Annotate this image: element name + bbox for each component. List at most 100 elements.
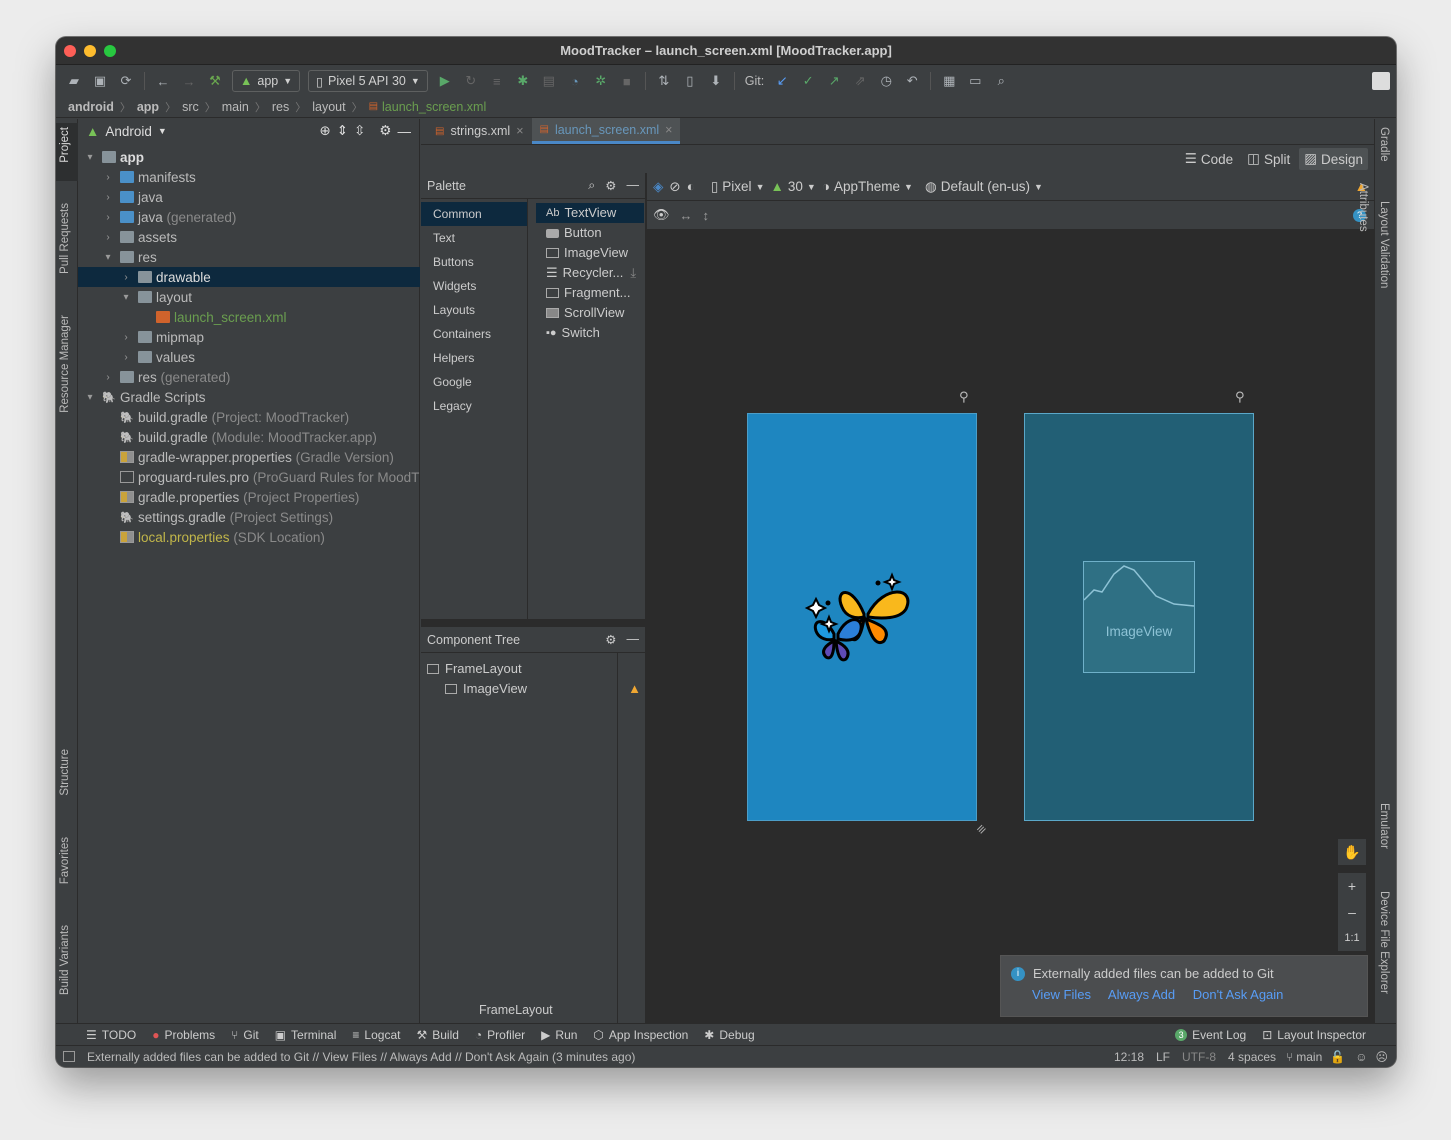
palette-category[interactable]: Widgets <box>421 274 527 298</box>
hide-icon[interactable]: — <box>398 124 412 139</box>
blueprint-imageview[interactable]: ImageView <box>1083 561 1195 673</box>
breadcrumb-item[interactable]: launch_screen.xml <box>382 100 486 114</box>
zoom-out-button[interactable]: – <box>1338 899 1366 925</box>
hide-icon[interactable]: — <box>627 178 640 193</box>
tree-item[interactable]: › manifests <box>78 167 420 187</box>
sad-face-icon[interactable]: ☹ <box>1375 1050 1388 1064</box>
git-compare-icon[interactable]: ⇗ <box>848 69 872 93</box>
hide-icon[interactable]: — <box>627 632 640 647</box>
tool-tab-structure[interactable]: Structure <box>59 749 71 796</box>
chevron-down-icon[interactable]: ▼ <box>158 126 167 136</box>
git-branch[interactable]: ⑂ main <box>1286 1050 1322 1064</box>
apply-changes-icon[interactable]: ↻ <box>459 69 483 93</box>
component-tree-item[interactable]: FrameLayout <box>427 661 522 676</box>
save-icon[interactable]: ▣ <box>88 69 112 93</box>
tree-item[interactable]: ▾ layout <box>78 287 420 307</box>
tool-tab-favorites[interactable]: Favorites <box>59 837 71 884</box>
close-window-button[interactable] <box>64 45 76 57</box>
palette-category[interactable]: Text <box>421 226 527 250</box>
expand-all-icon[interactable]: ⇕ <box>337 123 348 139</box>
tree-item[interactable]: proguard-rules.pro (ProGuard Rules for M… <box>78 467 420 487</box>
debug-icon[interactable]: ✱ <box>511 69 535 93</box>
theme-selector[interactable]: ◑ AppTheme ▼ <box>822 179 913 194</box>
tree-item[interactable]: › mipmap <box>78 327 420 347</box>
history-icon[interactable]: ◷ <box>874 69 898 93</box>
palette-category[interactable]: Google <box>421 370 527 394</box>
api-selector[interactable]: ▲ 30 ▼ <box>770 179 815 194</box>
always-add-link[interactable]: Always Add <box>1108 987 1175 1002</box>
tree-item[interactable]: launch_screen.xml <box>78 307 420 327</box>
back-icon[interactable]: ← <box>151 69 175 93</box>
tool-debug[interactable]: ✱ Debug <box>704 1028 754 1042</box>
indent-setting[interactable]: 4 spaces <box>1228 1050 1276 1064</box>
vertical-resize-icon[interactable]: ↕ <box>703 208 710 223</box>
build-hammer-icon[interactable]: ⚒ <box>203 69 227 93</box>
tree-item[interactable]: 🐘 build.gradle (Project: MoodTracker) <box>78 407 420 427</box>
pin-icon[interactable]: ⚲ <box>959 389 969 405</box>
tree-item[interactable]: local.properties (SDK Location) <box>78 527 420 547</box>
project-view-selector[interactable]: Android <box>105 124 152 139</box>
tool-tab-gradle[interactable]: Gradle <box>1378 127 1390 162</box>
collapse-all-icon[interactable]: ⇳ <box>354 123 365 139</box>
tool-tab-project[interactable]: Project <box>59 127 71 163</box>
breadcrumb-item[interactable]: layout <box>312 100 345 114</box>
night-mode-icon[interactable]: ◐ <box>687 179 695 194</box>
tree-item[interactable]: 🐘 settings.gradle (Project Settings) <box>78 507 420 527</box>
lock-icon[interactable]: 🔓 <box>1330 1050 1345 1064</box>
rollback-icon[interactable]: ↶ <box>900 69 924 93</box>
tool-problems[interactable]: ● Problems <box>152 1028 215 1042</box>
tool-event-log[interactable]: 3 Event Log <box>1175 1028 1246 1042</box>
tool-layout-inspector[interactable]: ⊡ Layout Inspector <box>1262 1028 1366 1042</box>
locate-icon[interactable]: ⊕ <box>319 123 330 139</box>
blueprint-preview[interactable]: ImageView <box>1024 413 1254 821</box>
git-commit-icon[interactable]: ✓ <box>796 69 820 93</box>
design-canvas[interactable]: ⚲ ≡ ⚲ ImageView ✋ + – 1:1 <box>647 229 1374 1023</box>
close-icon[interactable]: × <box>665 123 672 137</box>
tree-item[interactable]: ▾ app <box>78 147 420 167</box>
tree-item[interactable]: › java (generated) <box>78 207 420 227</box>
tree-item[interactable]: ▾ 🐘 Gradle Scripts <box>78 387 420 407</box>
tree-item[interactable]: › drawable <box>78 267 420 287</box>
line-separator[interactable]: LF <box>1156 1050 1170 1064</box>
apply-code-changes-icon[interactable]: ≡ <box>485 69 509 93</box>
resize-handle-icon[interactable]: ≡ <box>973 820 990 837</box>
tool-tab-pull-requests[interactable]: Pull Requests <box>59 203 71 274</box>
tree-item[interactable]: › java <box>78 187 420 207</box>
mode-design-button[interactable]: ▨ Design <box>1299 148 1368 170</box>
tree-item[interactable]: gradle-wrapper.properties (Gradle Versio… <box>78 447 420 467</box>
palette-category[interactable]: Common <box>421 202 527 226</box>
profile-icon[interactable]: ◔ <box>563 69 587 93</box>
tool-tab-layout-validation[interactable]: Layout Validation <box>1378 201 1390 288</box>
caret-position[interactable]: 12:18 <box>1114 1050 1144 1064</box>
tool-build[interactable]: ⚒ Build <box>416 1028 458 1042</box>
warning-icon[interactable]: ▲ <box>628 681 641 696</box>
smiley-icon[interactable]: ☺ <box>1355 1050 1367 1064</box>
tree-item[interactable]: › values <box>78 347 420 367</box>
run-config-select[interactable]: ▲ app ▼ <box>232 70 301 92</box>
design-preview[interactable] <box>747 413 977 821</box>
close-icon[interactable]: × <box>516 124 523 138</box>
tree-item[interactable]: 🐘 build.gradle (Module: MoodTracker.app) <box>78 427 420 447</box>
tab-launch-screen-xml[interactable]: ▤ launch_screen.xml × <box>531 118 681 144</box>
run-icon[interactable]: ▶ <box>433 69 457 93</box>
tool-terminal[interactable]: ▣ Terminal <box>275 1028 337 1042</box>
tool-git[interactable]: ⑂ Git <box>231 1028 259 1042</box>
tool-profiler[interactable]: ◔ Profiler <box>475 1028 525 1042</box>
sdk-manager-icon[interactable]: ⬇ <box>704 69 728 93</box>
palette-category[interactable]: Legacy <box>421 394 527 418</box>
tool-app-inspection[interactable]: ⬡ App Inspection <box>593 1028 688 1042</box>
account-avatar-icon[interactable] <box>1372 72 1390 90</box>
zoom-reset-button[interactable]: 1:1 <box>1338 925 1366 951</box>
attach-debugger-icon[interactable]: ✲ <box>589 69 613 93</box>
palette-category[interactable]: Layouts <box>421 298 527 322</box>
palette-category[interactable]: Helpers <box>421 346 527 370</box>
project-structure-icon[interactable]: ▦ <box>937 69 961 93</box>
device-select[interactable]: ▯ Pixel 5 API 30 ▼ <box>308 70 428 92</box>
palette-item-recyclerview[interactable]: ☰ Recycler... ⤓ <box>536 263 654 283</box>
orientation-icon[interactable]: ⊘ <box>669 179 680 195</box>
terminal-window-icon[interactable]: ▭ <box>963 69 987 93</box>
breadcrumb-item[interactable]: src <box>182 100 199 114</box>
forward-icon[interactable]: → <box>177 69 201 93</box>
git-push-icon[interactable]: ↗ <box>822 69 846 93</box>
tree-item[interactable]: gradle.properties (Project Properties) <box>78 487 420 507</box>
